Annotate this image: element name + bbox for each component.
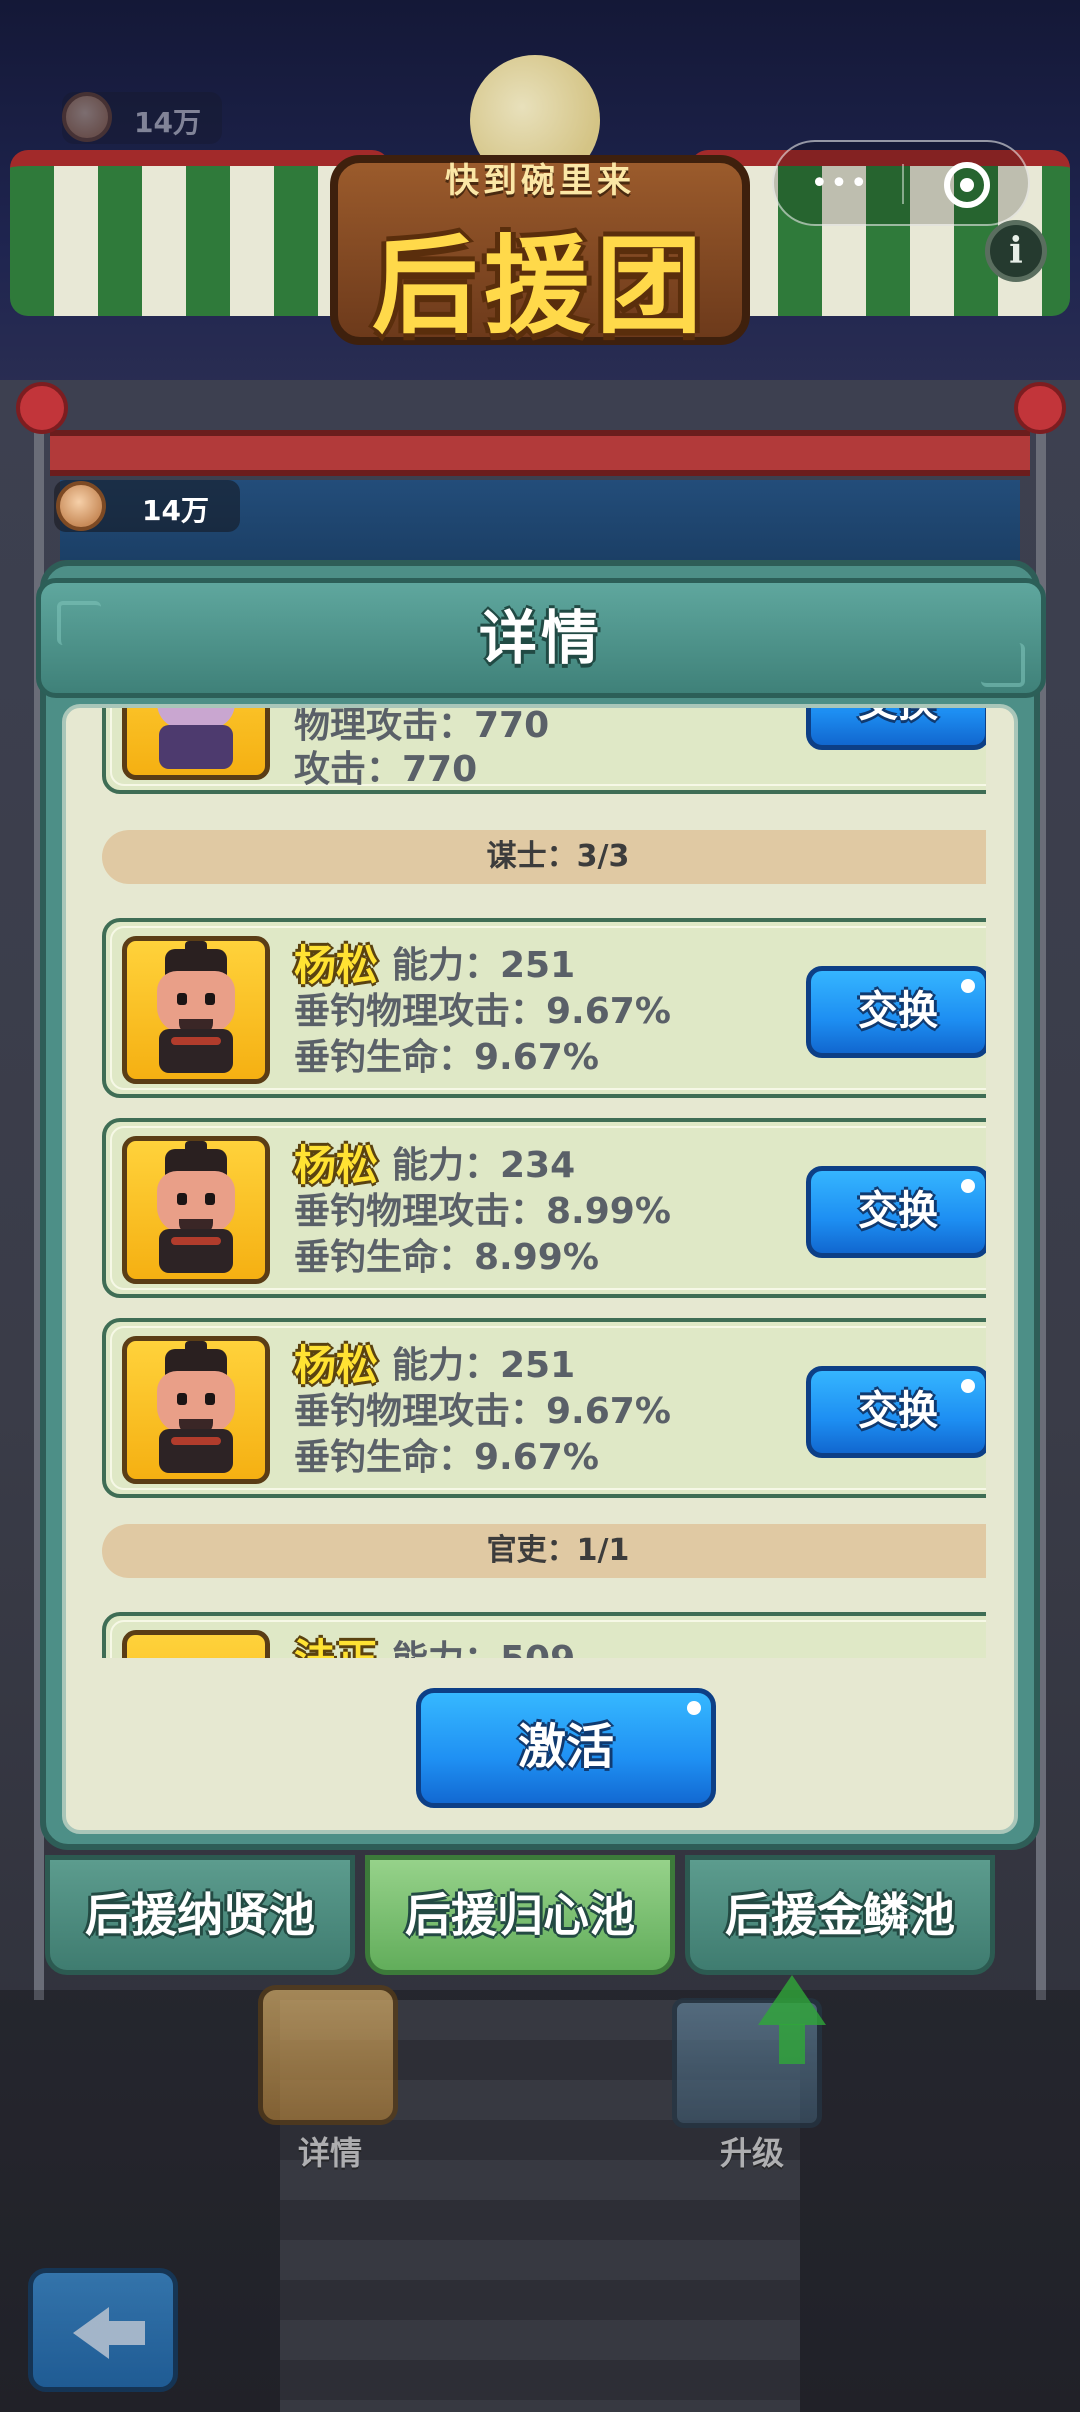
member-portrait <box>122 1336 270 1484</box>
section-header-official: 官吏：1/1 <box>102 1524 986 1578</box>
more-dots-icon[interactable]: ••• <box>810 164 870 204</box>
swap-button[interactable]: 交换 <box>806 966 986 1058</box>
member-stat-2: 垂钓生命：8.99% <box>294 1237 599 1278</box>
member-card: 杨松 能力：251 垂钓物理攻击：9.67% 垂钓生命：9.67% 交换 <box>102 918 986 1098</box>
currency-readout: 14万 <box>54 480 240 532</box>
member-card: 杨松 能力：234 垂钓物理攻击：8.99% 垂钓生命：8.99% 交换 <box>102 1118 986 1298</box>
lantern-right-icon <box>1014 382 1066 434</box>
back-arrow-stem <box>105 2321 145 2345</box>
button-shine <box>961 1379 975 1393</box>
red-railing-decoration <box>50 430 1030 476</box>
mini-program-capsule: ••• <box>772 140 1030 226</box>
details-modal: 详情 物理攻击：770 攻击：770 交换 谋士：3/3 <box>36 560 1046 1850</box>
logo-title: 后援团 <box>372 225 708 348</box>
member-portrait <box>122 1136 270 1284</box>
member-power: 能力：509 <box>392 1630 575 1658</box>
member-portrait <box>122 708 270 780</box>
coin-icon <box>62 92 112 142</box>
logo-subtitle: 快到碗里来 <box>445 161 635 201</box>
member-card-partial: 物理攻击：770 攻击：770 交换 <box>102 708 986 794</box>
swap-button[interactable]: 交换 <box>806 708 986 750</box>
modal-body: 物理攻击：770 攻击：770 交换 谋士：3/3 杨松 能力：251 垂钓物理… <box>62 704 1018 1834</box>
member-stat-2: 垂钓生命：9.67% <box>294 1437 599 1478</box>
scroll-icon[interactable] <box>258 1985 398 2125</box>
game-logo: 快到碗里来 后援团 <box>330 125 750 365</box>
swap-button[interactable]: 交换 <box>806 1166 986 1258</box>
tab-recruit-pool[interactable]: 后援纳贤池 <box>45 1855 355 1975</box>
details-label: 详情 <box>297 2134 362 2172</box>
member-stat-1: 垂钓物理攻击：9.67% <box>294 991 671 1032</box>
tab-loyalty-pool[interactable]: 后援归心池 <box>365 1855 675 1975</box>
member-card-partial: 法正 能力：509 <box>102 1612 986 1658</box>
member-name: 法正 <box>294 1626 378 1658</box>
button-shine <box>961 979 975 993</box>
member-portrait <box>122 1630 270 1658</box>
upgrade-arrow-icon <box>758 1975 826 2025</box>
lantern-left-icon <box>16 382 68 434</box>
button-shine <box>687 1701 701 1715</box>
modal-header: 详情 <box>36 578 1046 698</box>
back-arrow-icon <box>73 2307 109 2359</box>
close-target-dot <box>960 178 974 192</box>
close-target-icon[interactable] <box>944 162 990 208</box>
currency-amount: 14万 <box>142 494 209 527</box>
member-stat-1: 垂钓物理攻击：9.67% <box>294 1391 671 1432</box>
member-power: 能力：251 <box>392 1345 576 1386</box>
member-stat-2: 垂钓生命：9.67% <box>294 1037 599 1078</box>
member-stat-1: 垂钓物理攻击：8.99% <box>294 1191 671 1232</box>
button-shine <box>961 1179 975 1193</box>
member-power: 能力：234 <box>392 1145 576 1186</box>
swap-button[interactable]: 交换 <box>806 1366 986 1458</box>
currency-readout-top: 14万 <box>62 92 222 144</box>
back-button[interactable] <box>28 2268 178 2392</box>
modal-title: 详情 <box>478 604 603 672</box>
member-list-scroll[interactable]: 物理攻击：770 攻击：770 交换 谋士：3/3 杨松 能力：251 垂钓物理… <box>102 708 986 1658</box>
section-header-advisor: 谋士：3/3 <box>102 830 986 884</box>
tab-golden-scale-pool[interactable]: 后援金鳞池 <box>685 1855 995 1975</box>
member-power: 能力：251 <box>392 945 576 986</box>
member-portrait <box>122 936 270 1084</box>
capsule-divider <box>902 164 904 204</box>
info-button[interactable]: i <box>985 220 1047 282</box>
coin-icon <box>56 481 106 531</box>
currency-amount-top: 14万 <box>134 106 201 139</box>
upgrade-arrow-stem <box>779 2024 805 2064</box>
activate-button[interactable]: 激活 <box>416 1688 716 1808</box>
member-card: 杨松 能力：251 垂钓物理攻击：9.67% 垂钓生命：9.67% 交换 <box>102 1318 986 1498</box>
member-stat-2: 攻击：770 <box>294 749 478 790</box>
upgrade-label: 升级 <box>719 2134 784 2172</box>
